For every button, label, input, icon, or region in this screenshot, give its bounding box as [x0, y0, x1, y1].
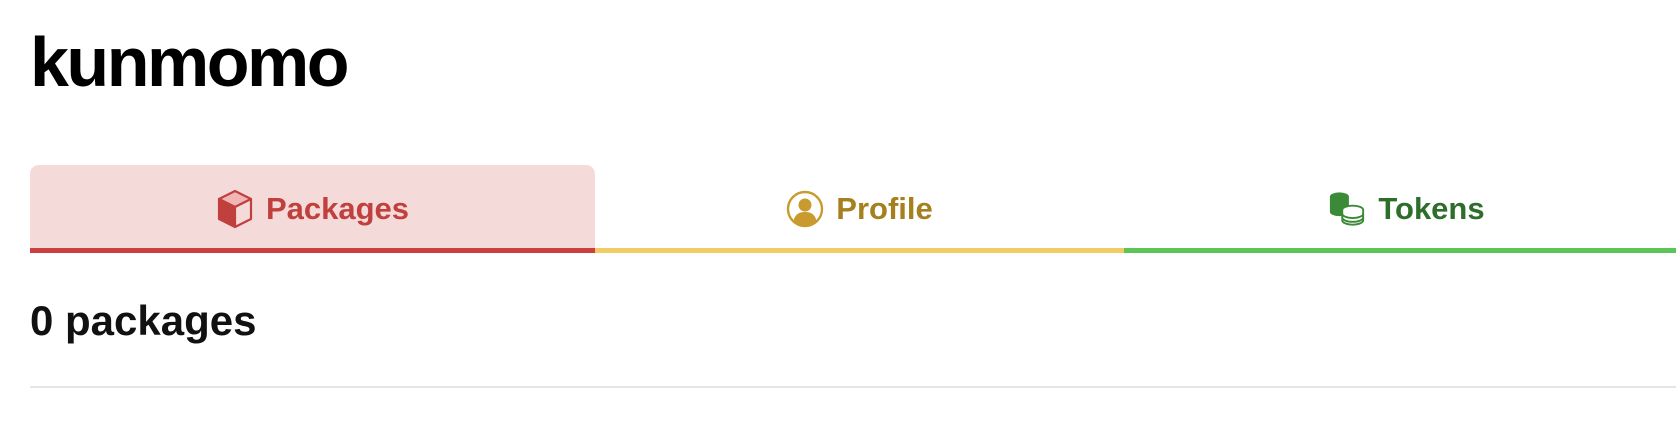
tab-packages-label: Packages — [265, 191, 410, 226]
page-title-username: kunmomo — [30, 23, 349, 101]
profile-tabs: Packages Profile Tokens — [30, 165, 1676, 253]
user-avatar-icon — [786, 188, 824, 230]
tab-packages[interactable]: Packages — [30, 165, 595, 253]
tab-packages-underline — [30, 248, 595, 253]
tab-tokens-label: Tokens — [1378, 191, 1485, 226]
tab-tokens[interactable]: Tokens — [1124, 165, 1676, 253]
tab-profile[interactable]: Profile — [595, 165, 1124, 253]
coins-stack-icon — [1328, 188, 1366, 230]
packages-count: 0 packages — [30, 297, 257, 344]
tab-profile-underline — [595, 248, 1124, 253]
package-cube-icon — [216, 188, 254, 230]
section-divider — [30, 386, 1676, 388]
tab-profile-label: Profile — [836, 191, 933, 226]
tab-tokens-underline — [1124, 248, 1676, 253]
user-profile-page: kunmomo Packages Profile Tokens 0 packag… — [0, 0, 1676, 428]
